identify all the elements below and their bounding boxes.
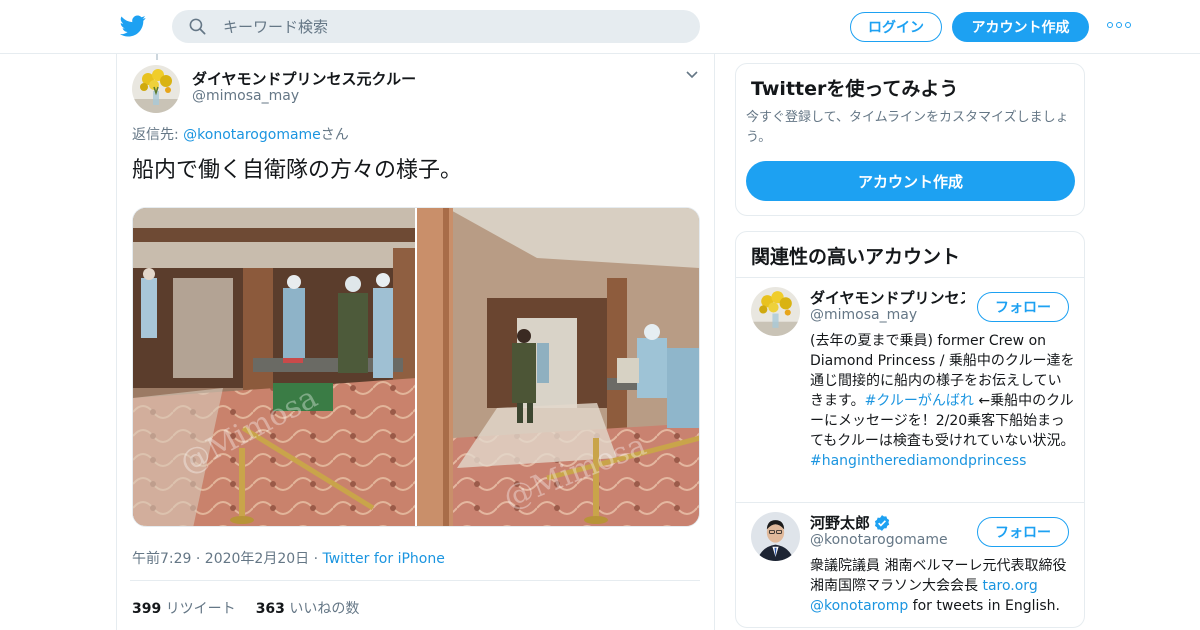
tweet-photo-2[interactable]: @Mimosa: [417, 208, 699, 526]
bio-link[interactable]: taro.org: [982, 578, 1037, 594]
bio-text: for tweets in English.: [908, 598, 1060, 614]
cta-description: 今すぐ登録して、タイムラインをカスタマイズしましょう。: [746, 110, 1069, 145]
author-name[interactable]: ダイヤモンドプリンセス元クルー: [192, 68, 416, 89]
chevron-down-icon[interactable]: [685, 70, 699, 80]
replying-suffix: さん: [320, 127, 349, 143]
account-name-text: 河野太郎: [810, 514, 871, 532]
hashtag-link[interactable]: #クルーがんばれ: [865, 393, 974, 409]
cta-signup-button[interactable]: アカウント作成: [746, 161, 1075, 201]
tweet-source-link[interactable]: Twitter for iPhone: [323, 551, 445, 567]
search-box[interactable]: [172, 10, 700, 43]
related-accounts-title: 関連性の高いアカウント: [751, 246, 961, 268]
replying-prefix: 返信先:: [132, 127, 184, 143]
account-name[interactable]: 河野太郎: [810, 512, 891, 533]
account-bio: 衆議院議員 湘南ベルマーレ元代表取締役 湘南国際マラソン大会会長 taro.or…: [810, 556, 1075, 616]
avatar[interactable]: [751, 512, 800, 561]
related-account-kono[interactable]: 河野太郎 @konotarogomame フォロー 衆議院議員 湘南ベルマーレ元…: [736, 502, 1084, 627]
tweet-metadata: 午前7:29 · 2020年2月20日 · Twitter for iPhone: [132, 548, 445, 568]
hashtag-link[interactable]: #hangintherediamondprincess: [810, 453, 1026, 469]
avatar[interactable]: [751, 287, 800, 336]
account-bio: (去年の夏まで乗員) former Crew on Diamond Prince…: [810, 331, 1075, 471]
login-button[interactable]: ログイン: [850, 12, 942, 42]
follow-button[interactable]: フォロー: [977, 517, 1069, 547]
tweet-text: 船内で働く自衛隊の方々の様子。: [132, 158, 463, 183]
tweet-timestamp[interactable]: 午前7:29 · 2020年2月20日: [132, 551, 309, 567]
more-dots-icon[interactable]: [1107, 22, 1131, 32]
signup-cta-card: Twitterを使ってみよう 今すぐ登録して、タイムラインをカスタマイズしましょ…: [735, 63, 1085, 216]
tweet-stats: 399 リツイート 363 いいねの数: [132, 598, 359, 618]
mention-link[interactable]: @konotaromp: [810, 598, 908, 614]
signup-button[interactable]: アカウント作成: [952, 12, 1089, 42]
tweet-permalink: ダイヤモンドプリンセス元クルー @mimosa_may 返信先: @konota…: [116, 54, 715, 630]
like-count[interactable]: 363 いいねの数: [256, 598, 360, 618]
verified-badge-icon: [874, 514, 890, 531]
thread-connector-line: [156, 54, 158, 60]
search-icon: [189, 18, 206, 35]
related-accounts-card: 関連性の高いアカウント ダイヤモンドプリンセス元クルー @mimosa_may …: [735, 231, 1085, 628]
account-handle[interactable]: @konotarogomame: [810, 532, 948, 548]
account-name[interactable]: ダイヤモンドプリンセス元クルー: [810, 287, 965, 308]
replying-to-link[interactable]: @konotarogomame: [183, 127, 321, 143]
search-input[interactable]: [223, 17, 663, 36]
twitter-bird-icon[interactable]: [120, 13, 146, 39]
author-handle[interactable]: @mimosa_may: [192, 88, 299, 104]
top-navigation-bar: ログイン アカウント作成: [0, 0, 1200, 54]
retweet-count[interactable]: 399 リツイート: [132, 598, 236, 618]
tweet-photo-1[interactable]: @Mimosa: [133, 208, 415, 526]
avatar[interactable]: [132, 65, 180, 113]
related-account-mimosa[interactable]: ダイヤモンドプリンセス元クルー @mimosa_may フォロー (去年の夏まで…: [736, 277, 1084, 502]
like-count-value: 363: [255, 601, 285, 617]
like-label: いいねの数: [289, 601, 360, 617]
follow-button[interactable]: フォロー: [977, 292, 1069, 322]
replying-to: 返信先: @konotarogomameさん: [132, 124, 349, 144]
retweet-count-value: 399: [132, 601, 162, 617]
meta-separator: ·: [309, 551, 323, 567]
divider: [130, 580, 700, 581]
tweet-media[interactable]: @Mimosa @Mimosa: [132, 207, 700, 527]
retweet-label: リツイート: [165, 601, 236, 617]
cta-title: Twitterを使ってみよう: [751, 78, 959, 100]
account-handle[interactable]: @mimosa_may: [810, 307, 917, 323]
